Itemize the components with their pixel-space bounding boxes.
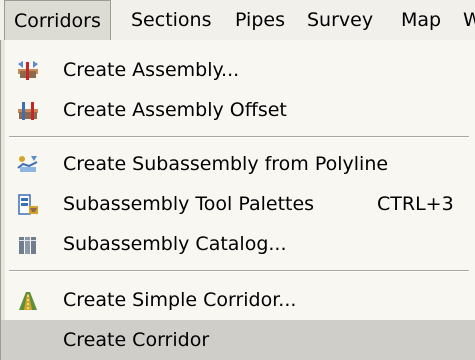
menu-separator: [9, 136, 469, 138]
menu-item-subassembly-tool-palettes[interactable]: Subassembly Tool Palettes CTRL+3: [1, 184, 475, 224]
menu-pipes[interactable]: Pipes: [226, 0, 294, 40]
menu-item-create-simple-corridor[interactable]: Create Simple Corridor...: [1, 280, 475, 320]
corridors-dropdown-menu: Create Assembly... Create Assembly Offse…: [0, 40, 475, 360]
menu-corridors[interactable]: Corridors: [4, 0, 111, 40]
menu-item-label: Subassembly Catalog...: [63, 233, 287, 255]
assembly-icon: [18, 61, 38, 80]
tool-palettes-icon: [18, 194, 38, 215]
menu-item-create-assembly[interactable]: Create Assembly...: [1, 50, 475, 90]
catalog-icon: [19, 237, 36, 254]
menu-item-subassembly-catalog[interactable]: Subassembly Catalog...: [1, 224, 475, 264]
menu-map[interactable]: Map: [392, 0, 450, 40]
menu-item-create-subassembly-from-polyline[interactable]: Create Subassembly from Polyline: [1, 144, 475, 184]
menu-item-label: Create Assembly Offset: [63, 99, 287, 121]
app-root: Corridors Sections Pipes Survey Map W Cr…: [0, 0, 475, 360]
menu-bar: Corridors Sections Pipes Survey Map W: [0, 0, 475, 41]
menu-item-label: Create Corridor: [63, 329, 210, 351]
menu-item-label: Create Simple Corridor...: [63, 289, 297, 311]
menu-item-label: Subassembly Tool Palettes: [63, 193, 315, 215]
menu-survey[interactable]: Survey: [298, 0, 382, 40]
simple-corridor-icon: [19, 292, 37, 310]
menu-item-shortcut: CTRL+3: [377, 193, 454, 215]
menu-separator: [9, 270, 469, 272]
menu-sections[interactable]: Sections: [122, 0, 221, 40]
assembly-offset-icon: [18, 102, 38, 120]
subassembly-polyline-icon: [17, 156, 38, 172]
menu-item-label: Create Assembly...: [63, 59, 240, 81]
menu-window[interactable]: W: [454, 0, 475, 40]
menu-item-create-assembly-offset[interactable]: Create Assembly Offset: [1, 90, 475, 130]
menu-item-label: Create Subassembly from Polyline: [63, 153, 389, 175]
menu-item-create-corridor[interactable]: Create Corridor: [1, 320, 475, 360]
